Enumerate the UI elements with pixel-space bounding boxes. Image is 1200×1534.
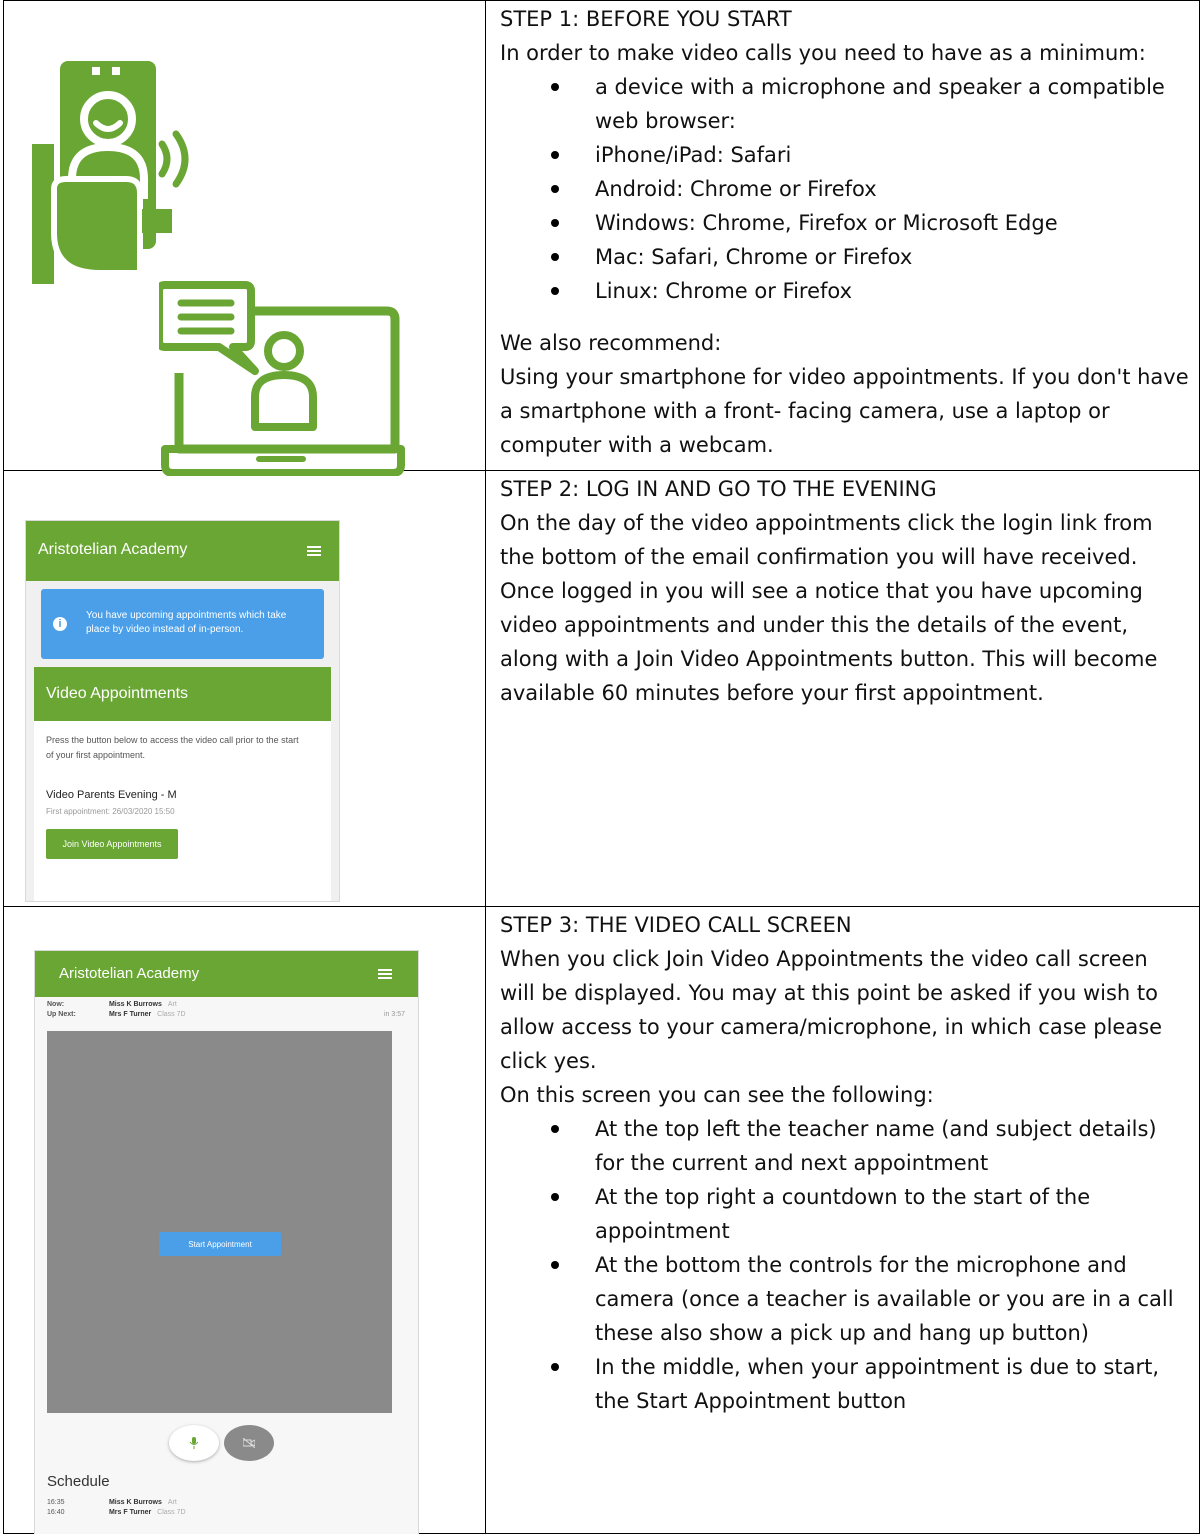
now-subject: Art <box>167 1001 177 1008</box>
camera-off-icon <box>243 1438 255 1448</box>
panel-title: Video Appointments <box>46 685 189 702</box>
now-teacher: Miss K Burrows <box>108 1001 162 1008</box>
now-label: Now: <box>47 1001 65 1008</box>
menu-icon[interactable] <box>378 969 392 979</box>
up-next-label: Up Next: <box>47 1011 76 1018</box>
step2-text: On the day of the video appointments cli… <box>500 511 1158 705</box>
laptop-video-call-illustration-icon <box>159 281 405 476</box>
list-item: Windows: Chrome, Firefox or Microsoft Ed… <box>551 206 1189 240</box>
first-appointment: First appointment: 26/03/2020 15:50 <box>46 807 175 816</box>
step1-illustration-cell <box>3 0 486 476</box>
up-next-row: Up Next: Mrs F Turner Class 7D in 3:57 <box>47 1011 405 1018</box>
microphone-button[interactable] <box>169 1425 219 1461</box>
app-name: Aristotelian Academy <box>38 541 188 558</box>
upcoming-notice: i You have upcoming appointments which t… <box>41 589 324 659</box>
login-screenshot: Aristotelian Academy i You have upcoming… <box>26 521 339 901</box>
panel-description: Press the button below to access the vid… <box>46 735 299 760</box>
menu-icon[interactable] <box>307 546 321 556</box>
countdown: in 3:57 <box>383 1011 405 1018</box>
step3-text-cell: STEP 3: THE VIDEO CALL SCREEN When you c… <box>485 906 1200 1534</box>
event-name: Video Parents Evening - M <box>46 789 177 801</box>
screen-features-list: At the top left the teacher name (and su… <box>500 1112 1189 1418</box>
video-appointments-panel: Video Appointments Press the button belo… <box>34 667 331 901</box>
schedule-time: 16:40 <box>47 1509 65 1516</box>
camera-button[interactable] <box>224 1425 274 1461</box>
schedule-row: 16:35 Miss K Burrows Art <box>47 1499 177 1506</box>
schedule-time: 16:35 <box>47 1499 65 1506</box>
recommend-text: Using your smartphone for video appointm… <box>500 365 1189 457</box>
next-teacher: Mrs F Turner <box>108 1011 152 1018</box>
schedule-teacher: Mrs F Turner <box>108 1509 152 1516</box>
list-item: Mac: Safari, Chrome or Firefox <box>551 240 1189 274</box>
microphone-icon <box>189 1437 199 1449</box>
list-item: Android: Chrome or Firefox <box>551 172 1189 206</box>
list-item: In the middle, when your appointment is … <box>551 1350 1189 1418</box>
start-appointment-button[interactable]: Start Appointment <box>159 1232 281 1256</box>
video-call-screenshot: Aristotelian Academy Now: Miss K Burrows… <box>35 951 418 1534</box>
now-row: Now: Miss K Burrows Art <box>47 1001 177 1008</box>
step3-screenshot-cell: Aristotelian Academy Now: Miss K Burrows… <box>3 906 486 1534</box>
list-item: a device with a microphone and speaker a… <box>551 70 1189 138</box>
step1-intro: In order to make video calls you need to… <box>500 41 1146 65</box>
list-item: At the bottom the controls for the micro… <box>551 1248 1189 1350</box>
panel-header: Video Appointments <box>34 667 331 721</box>
list-item: At the top right a countdown to the star… <box>551 1180 1189 1248</box>
app-header: Aristotelian Academy <box>35 951 418 997</box>
schedule-row: 16:40 Mrs F Turner Class 7D <box>47 1509 186 1516</box>
step2-screenshot-cell: Aristotelian Academy i You have upcoming… <box>3 470 486 907</box>
step3-row: Aristotelian Academy Now: Miss K Burrows… <box>3 906 1200 1534</box>
requirements-list: a device with a microphone and speaker a… <box>500 70 1189 308</box>
app-name: Aristotelian Academy <box>59 965 200 982</box>
list-item: iPhone/iPad: Safari <box>551 138 1189 172</box>
step2-title: STEP 2: LOG IN AND GO TO THE EVENING <box>500 477 937 501</box>
step2-row: Aristotelian Academy i You have upcoming… <box>3 470 1200 907</box>
phone-call-illustration-icon <box>32 61 189 284</box>
info-icon: i <box>53 617 67 631</box>
instructions-table: STEP 1: BEFORE YOU START In order to mak… <box>3 0 1200 1534</box>
step3-title: STEP 3: THE VIDEO CALL SCREEN <box>500 913 852 937</box>
step2-text-cell: STEP 2: LOG IN AND GO TO THE EVENING On … <box>485 470 1200 907</box>
recommend-heading: We also recommend: <box>500 331 722 355</box>
schedule-teacher: Miss K Burrows <box>108 1499 162 1506</box>
schedule-subject: Art <box>167 1499 177 1506</box>
schedule-subject: Class 7D <box>157 1509 186 1516</box>
video-area: Start Appointment <box>47 1031 392 1413</box>
join-video-appointments-button[interactable]: Join Video Appointments <box>46 829 178 859</box>
app-header: Aristotelian Academy <box>26 521 339 581</box>
step1-row: STEP 1: BEFORE YOU START In order to mak… <box>3 0 1200 476</box>
step3-list-intro: On this screen you can see the following… <box>500 1083 934 1107</box>
notice-text: You have upcoming appointments which tak… <box>86 610 287 635</box>
list-item: Linux: Chrome or Firefox <box>551 274 1189 308</box>
next-subject: Class 7D <box>157 1011 186 1018</box>
step3-intro: When you click Join Video Appointments t… <box>500 947 1163 1073</box>
step1-text-cell: STEP 1: BEFORE YOU START In order to mak… <box>485 0 1200 471</box>
list-item: At the top left the teacher name (and su… <box>551 1112 1189 1180</box>
step1-title: STEP 1: BEFORE YOU START <box>500 7 792 31</box>
schedule-title: Schedule <box>47 1473 110 1490</box>
